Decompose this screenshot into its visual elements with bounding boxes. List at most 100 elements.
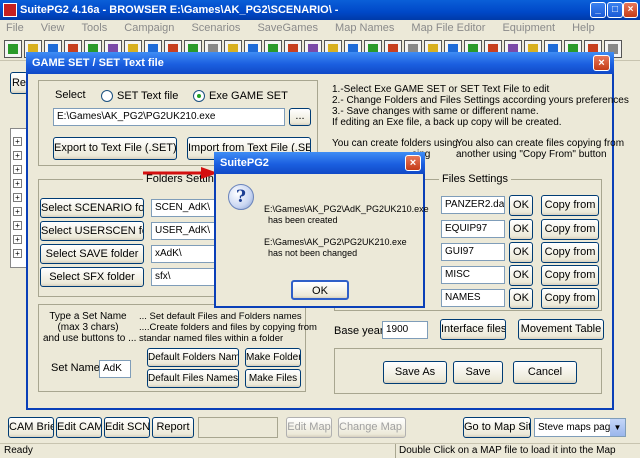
copy-from-button[interactable]: Copy from — [541, 265, 599, 286]
message-box: SuitePG2 × ? E:\Games\AK_PG2\AdK_PG2UK21… — [214, 152, 429, 308]
chevron-down-icon[interactable]: ▼ — [610, 419, 625, 436]
maps-select[interactable]: Steve maps page ▼ — [534, 418, 626, 437]
select-sfx-folder-button[interactable]: Select SFX folder — [40, 267, 144, 287]
equip-file-field[interactable]: EQUIP97 — [441, 220, 505, 238]
radio-exe-game-set[interactable] — [193, 90, 205, 102]
menu-equipment[interactable]: Equipment — [502, 22, 555, 34]
base-year-field[interactable]: 1900 — [382, 321, 428, 339]
export-button[interactable]: Export to Text File (.SET) — [53, 137, 177, 160]
set-name-field[interactable]: AdK — [99, 360, 131, 378]
tree-expand-icon[interactable]: + — [13, 221, 22, 230]
instruction-line: If editing an Exe file, a back up copy w… — [332, 117, 562, 128]
ok-button[interactable]: OK — [509, 242, 533, 263]
game-set-title: GAME SET / SET Text file — [32, 57, 164, 69]
menu-view[interactable]: View — [41, 22, 65, 34]
set-help-line: ... Set default Files and Folders names — [139, 311, 302, 322]
menu-map-file-editor[interactable]: Map File Editor — [411, 22, 485, 34]
menu-savegames[interactable]: SaveGames — [257, 22, 318, 34]
copy-from-button[interactable]: Copy from — [541, 219, 599, 240]
change-map-button[interactable]: Change Map # — [338, 417, 406, 438]
names-file-field[interactable]: NAMES — [441, 289, 505, 307]
copy-from-button[interactable]: Copy from — [541, 242, 599, 263]
path-field[interactable]: E:\Games\AK_PG2\PG2UK210.exe — [53, 108, 285, 126]
copy-from-button[interactable]: Copy from — [541, 195, 599, 216]
select-save-folder-button[interactable]: Select SAVE folder — [40, 244, 144, 264]
default-folders-names-button[interactable]: Default Folders Names — [147, 348, 239, 367]
gui-file-field[interactable]: GUI97 — [441, 243, 505, 261]
tree-expand-icon[interactable]: + — [13, 193, 22, 202]
interface-files-button[interactable]: Interface files — [440, 319, 506, 340]
tree-expand-icon[interactable]: + — [13, 179, 22, 188]
cancel-button[interactable]: Cancel — [513, 361, 577, 384]
minimize-icon[interactable]: _ — [590, 2, 606, 18]
status-left: Ready — [4, 445, 33, 456]
menu-help[interactable]: Help — [572, 22, 595, 34]
menu-tools[interactable]: Tools — [82, 22, 108, 34]
edit-scn-button[interactable]: Edit SCN — [104, 417, 150, 438]
note-right-line: You also can create files copying from — [456, 138, 625, 149]
maximize-icon[interactable]: □ — [607, 2, 623, 18]
instruction-line: 2.- Change Folders and Files Settings ac… — [332, 95, 629, 106]
select-userscen-folder-button[interactable]: Select USERSCEN folder — [40, 221, 144, 241]
main-title-bar[interactable]: SuitePG2 4.16a - BROWSER E:\Games\AK_PG2… — [0, 0, 640, 20]
set-help-right: ... Set default Files and Folders names … — [139, 311, 317, 344]
movement-table-button[interactable]: Movement Table — [518, 319, 604, 340]
set-help-line: ....Create folders and files by copying … — [139, 322, 317, 333]
app-icon — [3, 3, 17, 17]
go-to-map-site-button[interactable]: Go to Map Site — [463, 417, 531, 438]
cam-brief-button[interactable]: CAM Brief — [8, 417, 54, 438]
status-panel — [198, 417, 278, 438]
ok-button[interactable]: OK — [509, 288, 533, 309]
status-right: Double Click on a MAP file to load it in… — [395, 444, 640, 458]
radio-set-text[interactable] — [101, 90, 113, 102]
game-set-title-bar[interactable]: GAME SET / SET Text file × — [26, 52, 614, 74]
save-as-button[interactable]: Save As — [383, 361, 447, 384]
edit-cam-button[interactable]: Edit CAM — [56, 417, 102, 438]
tree-expand-icon[interactable]: + — [13, 235, 22, 244]
tree-expand-icon[interactable]: + — [13, 137, 22, 146]
menu-bar: File View Tools Campaign Scenarios SaveG… — [0, 20, 640, 37]
save-button[interactable]: Save — [453, 361, 503, 384]
status-bar: Ready Double Click on a MAP file to load… — [0, 443, 640, 458]
set-help-line: Type a Set Name — [49, 311, 127, 322]
save-folder-field[interactable]: xAdK\ — [151, 245, 219, 263]
edit-map-button[interactable]: Edit Map — [286, 417, 332, 438]
close-icon[interactable]: × — [405, 155, 421, 171]
set-help-left: Type a Set Name (max 3 chars) and use bu… — [43, 311, 136, 344]
scenario-folder-field[interactable]: SCEN_AdK\ — [151, 199, 219, 217]
tree-expand-icon[interactable]: + — [13, 249, 22, 258]
make-files-button[interactable]: Make Files — [245, 369, 301, 388]
copy-from-button[interactable]: Copy from — [541, 288, 599, 309]
close-icon[interactable]: × — [593, 55, 610, 71]
menu-map-names[interactable]: Map Names — [335, 22, 394, 34]
sfx-folder-field[interactable]: sfx\ — [151, 268, 219, 286]
misc-file-field[interactable]: MISC — [441, 266, 505, 284]
browse-button[interactable]: ... — [289, 108, 311, 126]
menu-scenarios[interactable]: Scenarios — [191, 22, 240, 34]
radio-set-text-label: SET Text file — [117, 90, 179, 102]
menu-campaign[interactable]: Campaign — [124, 22, 174, 34]
note-right: You also can create files copying from a… — [456, 138, 624, 160]
toolbar-button[interactable] — [4, 40, 22, 58]
ok-button[interactable]: OK — [291, 280, 349, 300]
instructions: 1.-Select Exe GAME SET or SET Text File … — [332, 84, 629, 128]
message-line-2: has been created — [268, 215, 338, 225]
report-button[interactable]: Report — [152, 417, 194, 438]
menu-file[interactable]: File — [6, 22, 24, 34]
ok-button[interactable]: OK — [509, 265, 533, 286]
tree-expand-icon[interactable]: + — [13, 165, 22, 174]
ok-button[interactable]: OK — [509, 219, 533, 240]
panzer-file-field[interactable]: PANZER2.dat — [441, 196, 505, 214]
close-icon[interactable]: × — [623, 2, 638, 18]
set-help-line: standar named files within a folder — [139, 333, 284, 344]
instruction-line: 3.- Save changes with same or different … — [332, 106, 539, 117]
default-files-names-button[interactable]: Default Files Names — [147, 369, 239, 388]
select-scenario-folder-button[interactable]: Select SCENARIO folder — [40, 198, 144, 218]
userscen-folder-field[interactable]: USER_AdK\ — [151, 222, 219, 240]
make-folders-button[interactable]: Make Folders — [245, 348, 301, 367]
ok-button[interactable]: OK — [509, 195, 533, 216]
tree-expand-icon[interactable]: + — [13, 151, 22, 160]
base-year-label: Base year — [334, 325, 384, 337]
message-box-title-bar[interactable]: SuitePG2 × — [214, 152, 425, 174]
tree-expand-icon[interactable]: + — [13, 207, 22, 216]
